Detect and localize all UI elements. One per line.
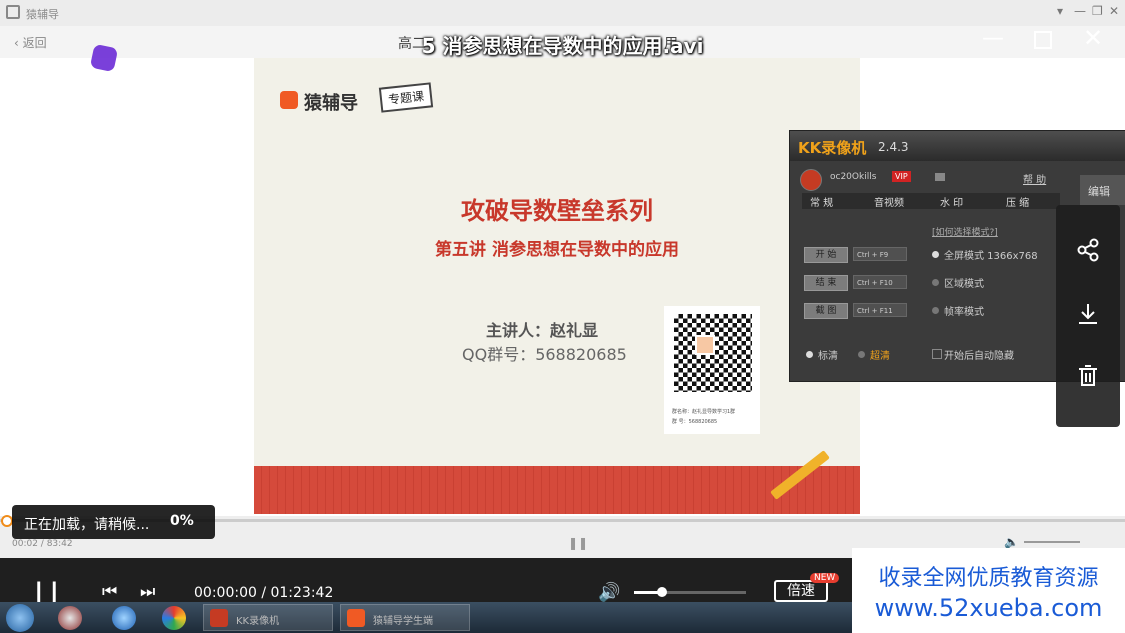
inner-volume-icon[interactable]: 🔈	[1004, 535, 1019, 549]
restore-icon[interactable]: ❐	[1092, 4, 1103, 18]
app-title: 猿辅导	[26, 8, 59, 21]
brand-name: 猿辅导	[304, 93, 358, 114]
quality-sd: 标清	[818, 351, 838, 362]
tab-compress[interactable]: 压 缩	[1006, 194, 1029, 209]
side-action-menu	[1056, 205, 1120, 427]
new-badge: NEW	[810, 573, 840, 583]
mode-fullscreen: 全屏模式 1366x768	[944, 251, 1038, 262]
app-titlebar: 猿辅导 ▾ — ❐ ✕	[0, 0, 1125, 26]
inner-time-display: 00:02 / 83:42	[12, 539, 73, 549]
screenshot-hotkey[interactable]: Ctrl + F11	[853, 303, 907, 317]
volume-handle[interactable]	[657, 587, 667, 597]
autohide-checkbox[interactable]	[932, 349, 942, 359]
vip-badge: VIP	[892, 171, 911, 182]
mode-radio-framerate[interactable]	[932, 307, 939, 314]
start-button[interactable]: 开 始	[804, 247, 848, 263]
quality-hd: 超清	[870, 351, 890, 362]
time-display: 00:00:00 / 01:23:42	[194, 585, 334, 601]
yuanfudao-task-icon	[347, 609, 365, 627]
autohide-label: 开始后自动隐藏	[944, 351, 1014, 362]
taskbar-task-yuanfudao[interactable]: 猿辅导学生端	[340, 604, 470, 631]
share-icon[interactable]	[1056, 237, 1120, 269]
qr-caption-number: 群 号：568820685	[672, 419, 718, 425]
taskbar-task-label: 猿辅导学生端	[373, 616, 433, 627]
mode-region: 区域模式	[944, 279, 984, 290]
kk-task-icon	[210, 609, 228, 627]
close-icon[interactable]: ✕	[1109, 4, 1119, 18]
slide-subtitle: 第五讲 消参思想在导数中的应用	[435, 240, 679, 260]
qr-caption-name: 群名称：赵礼显导数学习1群	[672, 409, 736, 415]
maximize-icon[interactable]	[1034, 31, 1052, 49]
kk-tabbar: 常 规 音视频 水 印 压 缩	[802, 193, 1060, 209]
chrome-icon[interactable]	[162, 606, 186, 630]
edit-button[interactable]: 编辑	[1080, 175, 1125, 205]
tab-audio-video[interactable]: 音视频	[874, 194, 904, 209]
inner-volume-slider[interactable]	[1024, 541, 1080, 543]
loading-text: 正在加载，请稍候...	[24, 517, 150, 533]
brand-icon	[280, 91, 298, 109]
lecturer-text: 主讲人：赵礼显	[486, 321, 599, 340]
brand-tag: 专题课	[378, 82, 434, 113]
download-icon[interactable]	[1056, 301, 1120, 333]
chevron-down-icon[interactable]	[935, 173, 945, 181]
avatar[interactable]	[800, 169, 822, 191]
loading-toast: 正在加载，请稍候... 0%	[12, 505, 215, 539]
inner-pause-icon[interactable]: ❚❚	[568, 536, 588, 550]
video-title: 5 消参思想在导数中的应用.avi	[421, 34, 704, 58]
mode-radio-region[interactable]	[932, 279, 939, 286]
minimize-icon[interactable]: —	[1074, 4, 1086, 18]
kk-username: oc20Okills	[830, 172, 877, 182]
tab-general[interactable]: 常 规	[810, 194, 833, 209]
qq-group-text: QQ群号：568820685	[462, 345, 627, 364]
next-icon[interactable]: ⏭	[140, 582, 155, 602]
ie-icon[interactable]	[112, 606, 136, 630]
slide-footer	[254, 466, 860, 514]
video-frame[interactable]: 猿辅导 专题课 攻破导数壁垒系列 第五讲 消参思想在导数中的应用 主讲人：赵礼显…	[254, 58, 860, 514]
slide-title: 攻破导数壁垒系列	[461, 197, 653, 225]
volume-icon[interactable]: 🔊	[598, 582, 620, 603]
speed-button[interactable]: 倍速	[774, 580, 828, 602]
pinned-app-icon[interactable]	[58, 606, 82, 630]
dropdown-icon[interactable]: ▾	[1057, 4, 1063, 18]
quality-radio-sd[interactable]	[806, 351, 813, 358]
trash-icon[interactable]	[1056, 363, 1120, 395]
taskbar-task-label: KK录像机	[236, 616, 280, 627]
stop-button[interactable]: 结 束	[804, 275, 848, 291]
quality-radio-hd[interactable]	[858, 351, 865, 358]
mode-framerate: 帧率模式	[944, 307, 984, 318]
tab-watermark[interactable]: 水 印	[940, 194, 963, 209]
minimize-icon[interactable]: —	[982, 26, 1004, 51]
previous-icon[interactable]: ⏮	[102, 582, 117, 602]
kk-titlebar: KK录像机 2.4.3	[790, 131, 1125, 161]
close-icon[interactable]: ✕	[1083, 24, 1103, 52]
watermark-url: www.52xueba.com	[874, 594, 1103, 622]
taskbar-task-kk[interactable]: KK录像机	[203, 604, 333, 631]
kk-version: 2.4.3	[878, 140, 909, 154]
start-hotkey[interactable]: Ctrl + F9	[853, 247, 907, 261]
stop-hotkey[interactable]: Ctrl + F10	[853, 275, 907, 289]
help-link[interactable]: 帮 助	[1023, 171, 1046, 186]
start-button[interactable]	[6, 604, 34, 632]
qr-card: 群名称：赵礼显导数学习1群 群 号：568820685	[664, 306, 760, 434]
watermark-banner: 收录全网优质教育资源 www.52xueba.com	[852, 548, 1125, 633]
app-logo-icon	[6, 5, 20, 19]
screenshot-button[interactable]: 截 图	[804, 303, 848, 319]
watermark-text: 收录全网优质教育资源	[878, 566, 1099, 591]
mode-radio-fullscreen[interactable]	[932, 251, 939, 258]
kk-app-name: KK录像机	[798, 139, 867, 157]
loading-percent: 0%	[170, 513, 194, 529]
qr-avatar	[695, 335, 715, 355]
edit-label: 编辑	[1088, 185, 1110, 198]
mode-help-link[interactable]: [如何选择模式?]	[932, 225, 998, 238]
